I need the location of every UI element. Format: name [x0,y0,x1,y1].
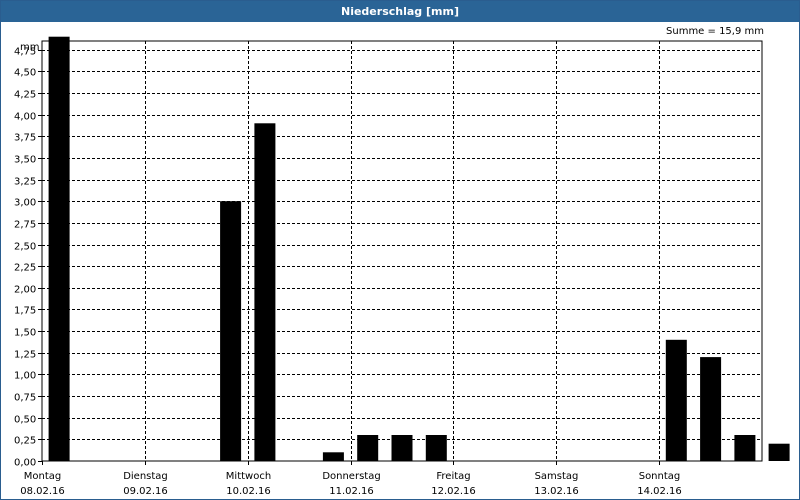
x-tick-label-date: 12.02.16 [431,486,476,497]
bar [391,435,413,461]
y-tick-label: 0,25 [14,436,36,447]
y-tick-label: 3,75 [14,133,36,144]
bar [254,123,276,462]
y-tick-label: 4,50 [14,68,36,79]
bar [734,435,756,461]
y-tick-label: 0,75 [14,393,36,404]
x-tick-label-date: 10.02.16 [226,486,271,497]
x-tick-label-date: 08.02.16 [20,486,65,497]
precipitation-chart: 0,00 0,25 0,50 0,75 1,00 1,25 1,50 1,75 2,00 2,25… [14,36,790,497]
x-tick-label-day: Donnerstag [322,471,380,482]
x-tick-label-day: Freitag [436,471,470,482]
x-tick-label-date: 11.02.16 [329,486,374,497]
x-tick-label-day: Dienstag [123,471,168,482]
bar [357,435,379,461]
y-tick-label: 3,00 [14,198,36,209]
bar [768,443,790,461]
x-tick-label-date: 13.02.16 [534,486,579,497]
bar [220,201,242,461]
y-tick-label: 1,00 [14,371,36,382]
y-tick-label: 1,50 [14,328,36,339]
plot-frame [41,40,763,462]
bar [48,36,70,461]
x-tick-label-date: 14.02.16 [637,486,682,497]
y-tick-label: 1,25 [14,350,36,361]
x-tick-label-date: 09.02.16 [123,486,168,497]
x-tick-label-day: Montag [24,471,61,482]
bar [700,357,722,461]
bar [665,339,687,461]
bar [425,435,447,461]
bar [322,452,344,461]
y-tick-label: 0,00 [14,458,36,469]
y-tick-label: 2,25 [14,263,36,274]
y-tick-label: 4,00 [14,112,36,123]
y-tick-label: 2,00 [14,285,36,296]
y-tick-label: 1,75 [14,306,36,317]
y-tick-label: 3,50 [14,155,36,166]
y-tick-label: 2,75 [14,220,36,231]
y-tick-label: 3,25 [14,177,36,188]
y-tick-label: 0,50 [14,415,36,426]
x-tick-label-day: Mittwoch [226,471,271,482]
x-tick-label-day: Sonntag [639,471,681,482]
y-tick-label: 4,25 [14,90,36,101]
y-tick-label: 2,50 [14,242,36,253]
y-axis-label: mm [20,42,39,53]
x-tick-label-day: Samstag [535,471,579,482]
